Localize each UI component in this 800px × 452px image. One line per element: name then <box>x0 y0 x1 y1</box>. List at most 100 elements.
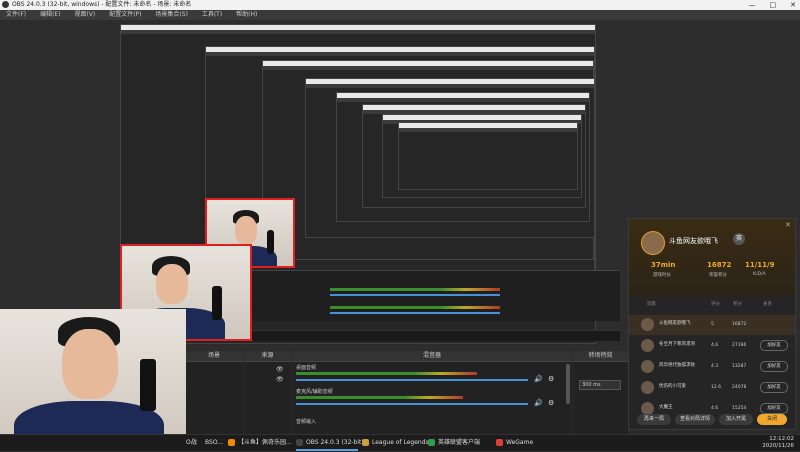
taskbar-app-icon <box>362 439 369 446</box>
volume-slider-mic[interactable] <box>296 403 528 405</box>
player-row-rating: 12.6 <box>711 385 722 390</box>
transitions-panel-header: 转场特效 <box>573 351 628 362</box>
volume-slider-desktop[interactable] <box>296 379 528 381</box>
stat-duration-label: 游戏时长 <box>653 273 671 278</box>
player-row-rating: 5 <box>711 322 714 327</box>
settings-gear-icon[interactable]: ⚙ <box>548 399 554 407</box>
stat-honor-label: 荣誉积分 <box>709 273 727 278</box>
player-row-rating: 4.3 <box>711 364 719 369</box>
close-button[interactable]: ✕ <box>790 1 796 9</box>
audio-meter-desktop <box>296 372 477 375</box>
source-eye-icon[interactable]: 👁 <box>276 376 284 383</box>
sources-panel-header: 来源 <box>244 351 291 362</box>
menu-file[interactable]: 文件(F) <box>6 11 26 18</box>
player-row-avatar <box>641 339 654 352</box>
minimize-button[interactable]: — <box>749 1 756 9</box>
menu-view[interactable]: 视图(V) <box>74 11 95 18</box>
menu-edit[interactable]: 编辑(E) <box>40 11 60 18</box>
match-details-button[interactable]: 查看对局详情 <box>675 414 715 425</box>
obs-logo-icon <box>2 1 9 8</box>
nested-meter <box>330 288 500 291</box>
system-tray[interactable]: 12:12:02 2020/11/26 <box>762 435 794 452</box>
window-title: OBS 24.0.3 (32-bit, windows) - 配置文件: 未命名… <box>12 1 192 8</box>
player-row-name: 斗鱼网友欲哦飞 <box>659 321 691 326</box>
streamer-face <box>62 329 118 399</box>
microphone <box>140 359 156 411</box>
mixer-panel: 桌面音频 🔊 ⚙ 麦克风/辅助音频 🔊 ⚙ 音频输入 <box>292 362 572 434</box>
mixer-panel-header: 混音器 <box>292 351 572 362</box>
window-titlebar: OBS 24.0.3 (32-bit, windows) - 配置文件: 未命名… <box>0 0 800 10</box>
taskbar-item[interactable]: 英雄联盟客户端 <box>428 435 492 451</box>
add-friend-button[interactable]: 加好友 <box>760 382 788 393</box>
stat-kda: 11/11/9 <box>745 261 775 269</box>
nested-taskbar <box>250 330 620 341</box>
taskbar-item-label: League of Legends <box>372 439 429 446</box>
scenes-panel-header: 场景 <box>185 351 243 362</box>
taskbar-app-icon <box>296 439 303 446</box>
player-badge: 赛 <box>733 233 745 245</box>
maximize-button[interactable]: □ <box>770 1 777 9</box>
card-footer: 再来一局 查看对局详情 加入开黑 关闭 <box>629 409 795 429</box>
settings-gear-icon[interactable]: ⚙ <box>548 375 554 383</box>
taskbar-item[interactable]: OBS 24.0.3 (32-bit... <box>296 435 367 451</box>
stat-honor: 16872 <box>707 261 732 269</box>
taskbar-item[interactable]: 【斗鱼】佩奇乐园... <box>228 435 292 451</box>
transitions-panel: 300 ms <box>573 362 628 434</box>
player-row: 斗鱼网友欲哦飞 5 16872 <box>629 315 795 335</box>
play-again-button[interactable]: 再来一局 <box>637 414 671 425</box>
nested-meter-fader <box>330 294 500 296</box>
scenes-panel[interactable] <box>185 362 243 434</box>
team-up-button[interactable]: 加入开黑 <box>719 414 753 425</box>
player-avatar <box>641 231 665 255</box>
player-row: 风华绝代独孤求败 4.3 13287 加好友 <box>629 357 795 377</box>
col-points: 积分 <box>733 302 742 307</box>
player-row: 忧伤的小可爱 12.6 24078 加好友 <box>629 378 795 398</box>
clock-date: 2020/11/26 <box>762 443 794 449</box>
mixer-scrollbar[interactable] <box>566 364 570 404</box>
player-row-name: 忧伤的小可爱 <box>659 384 686 389</box>
taskbar-item[interactable]: WeGame <box>496 435 546 451</box>
window-controls: — □ ✕ <box>735 0 797 10</box>
menu-tools[interactable]: 工具(T) <box>202 11 222 18</box>
player-row-score: 27186 <box>732 343 747 348</box>
taskbar-fragment[interactable]: BSO... <box>205 435 223 451</box>
audio-meter-mic <box>296 396 463 399</box>
webcam-main <box>0 309 186 450</box>
player-row-avatar <box>641 381 654 394</box>
player-table-header: 玩家 评分 积分 关系 <box>629 299 795 309</box>
player-row-score: 24078 <box>732 385 747 390</box>
taskbar-app-icon <box>428 439 435 446</box>
add-friend-button[interactable]: 加好友 <box>760 361 788 372</box>
menu-help[interactable]: 帮助(H) <box>236 11 257 18</box>
stat-duration: 37min <box>651 261 676 269</box>
menu-profile[interactable]: 配置文件(P) <box>109 11 141 18</box>
mute-icon[interactable]: 🔊 <box>534 399 543 407</box>
taskbar-item[interactable]: League of Legends <box>362 435 429 451</box>
nested-meter <box>330 306 500 309</box>
col-relation: 关系 <box>763 302 772 307</box>
add-friend-button[interactable]: 加好友 <box>760 340 788 351</box>
taskbar-item-label: 英雄联盟客户端 <box>438 439 481 446</box>
game-result-card: 斗鱼网友欲哦飞 赛 ✕ 37min 游戏时长 16872 荣誉积分 11/11/… <box>628 218 796 430</box>
col-player: 玩家 <box>647 302 656 307</box>
mute-icon[interactable]: 🔊 <box>534 375 543 383</box>
player-row-name: 风华绝代独孤求败 <box>659 363 695 368</box>
taskbar-app-icon <box>496 439 503 446</box>
col-rating: 评分 <box>711 302 720 307</box>
player-name: 斗鱼网友欲哦飞 <box>669 237 718 245</box>
menu-bar: 文件(F) 编辑(E) 视图(V) 配置文件(P) 场景集合(S) 工具(T) … <box>0 10 800 20</box>
stat-kda-label: K/D/A <box>753 272 766 277</box>
player-row: 冬至月下寒风凛冽 4.6 27186 加好友 <box>629 336 795 356</box>
source-eye-icon[interactable]: 👁 <box>276 366 284 373</box>
taskbar-fragment[interactable]: O战 <box>186 435 197 451</box>
player-row-avatar <box>641 360 654 373</box>
taskbar-app-icon <box>228 439 235 446</box>
close-card-button[interactable]: 关闭 <box>757 414 787 425</box>
transition-duration[interactable]: 300 ms <box>579 380 621 390</box>
taskbar-item-label: 【斗鱼】佩奇乐园... <box>238 439 292 446</box>
menu-scene-collection[interactable]: 场景集合(S) <box>155 11 188 18</box>
player-row-rating: 4.6 <box>711 343 719 348</box>
player-row-score: 13287 <box>732 364 747 369</box>
track-name: 桌面音频 <box>296 365 317 371</box>
card-close-icon[interactable]: ✕ <box>785 221 791 229</box>
